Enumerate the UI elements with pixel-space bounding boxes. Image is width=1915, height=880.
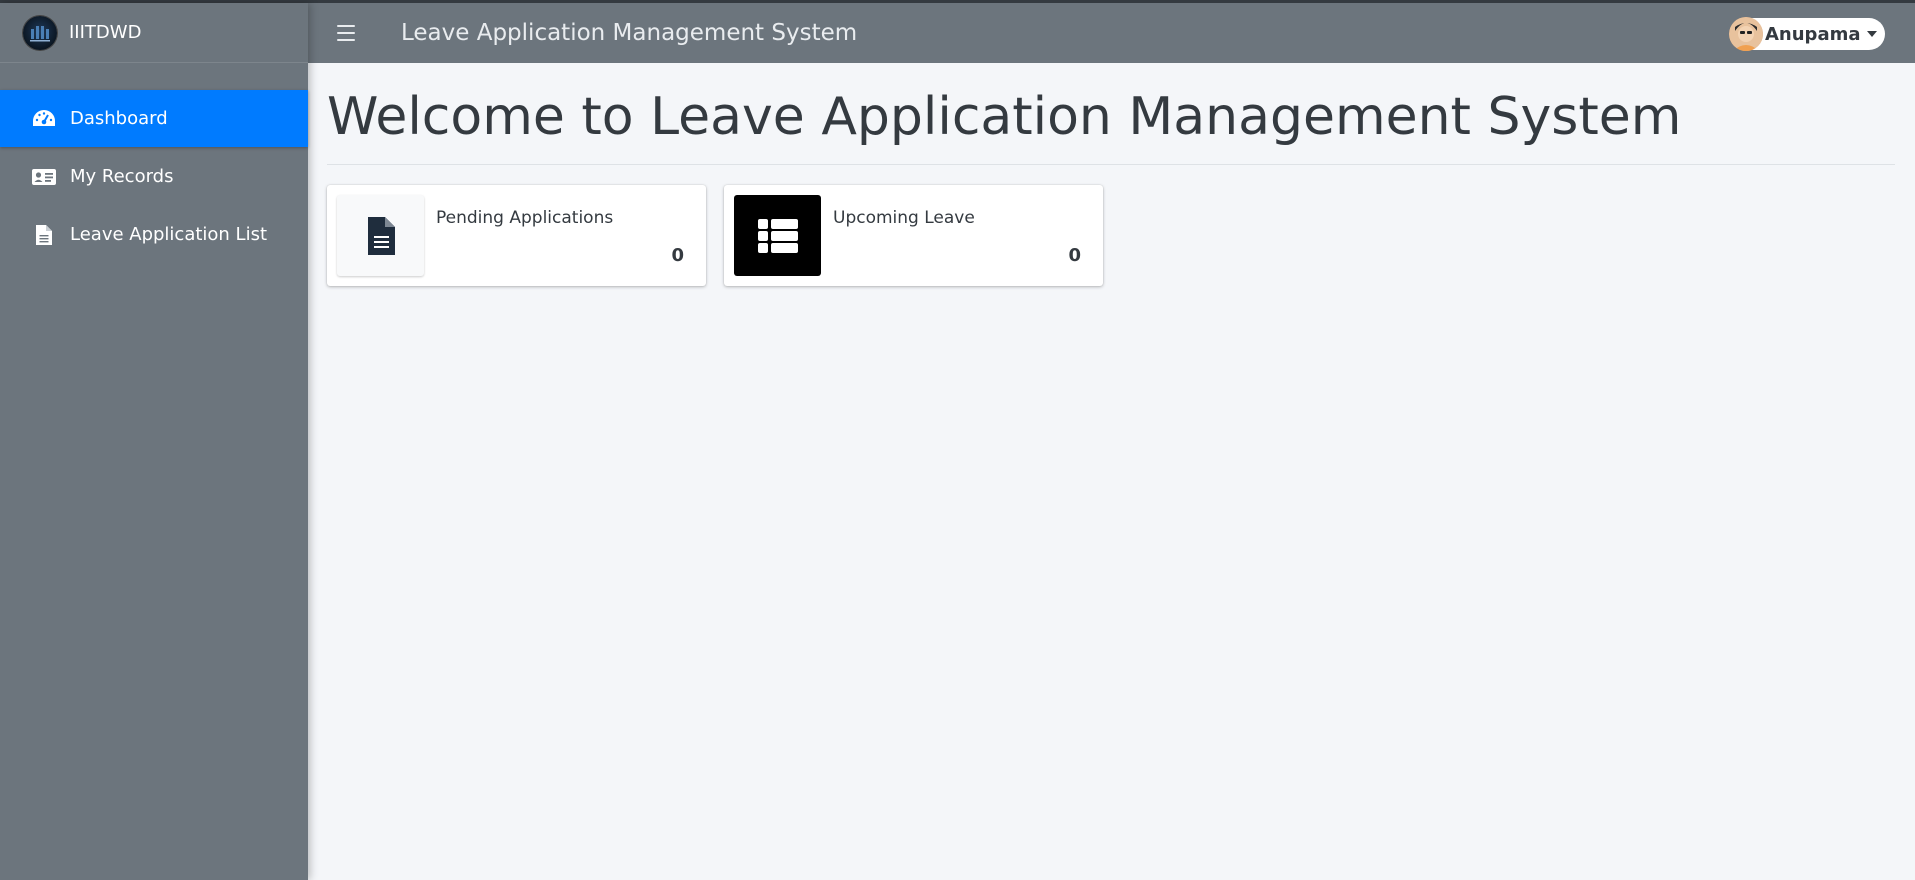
card-label: Upcoming Leave (833, 208, 975, 228)
caret-down-icon (1866, 31, 1877, 37)
sidebar-item-label: Leave Application List (70, 224, 268, 245)
sidebar-item-dashboard[interactable]: Dashboard (0, 90, 308, 147)
user-menu-dropdown[interactable]: Anupama (1729, 17, 1885, 51)
title-divider (327, 164, 1895, 165)
sidebar-item-label: My Records (70, 166, 174, 187)
hamburger-icon[interactable] (337, 25, 355, 41)
college-logo-icon (23, 15, 57, 50)
card-count: 0 (1068, 245, 1081, 266)
user-avatar-icon (1729, 17, 1763, 51)
page-title: Welcome to Leave Application Management … (327, 87, 1682, 147)
sidebar-item-label: Dashboard (70, 108, 168, 129)
upcoming-leave-card[interactable]: Upcoming Leave 0 (724, 185, 1103, 286)
main-content: Welcome to Leave Application Management … (308, 63, 1915, 880)
sidebar-nav: Dashboard My Records Leave Application L… (0, 63, 308, 263)
brand-name: IIITDWD (69, 22, 142, 43)
brand-link[interactable]: IIITDWD (0, 3, 308, 63)
tachometer-icon (31, 108, 57, 130)
pending-applications-card[interactable]: Pending Applications 0 (327, 185, 706, 286)
sidebar-item-leave-application-list[interactable]: Leave Application List (0, 206, 308, 263)
file-alt-icon (337, 195, 424, 276)
user-name: Anupama (1765, 23, 1861, 45)
sidebar: IIITDWD Dashboard My Records Leave Appli… (0, 3, 308, 880)
top-navbar: Leave Application Management System Anup… (308, 3, 1915, 63)
sidebar-item-my-records[interactable]: My Records (0, 148, 308, 205)
th-list-icon (734, 195, 821, 276)
app-title: Leave Application Management System (401, 20, 858, 46)
file-icon (31, 224, 57, 246)
card-label: Pending Applications (436, 208, 614, 228)
id-card-icon (31, 166, 57, 188)
card-count: 0 (671, 245, 684, 266)
